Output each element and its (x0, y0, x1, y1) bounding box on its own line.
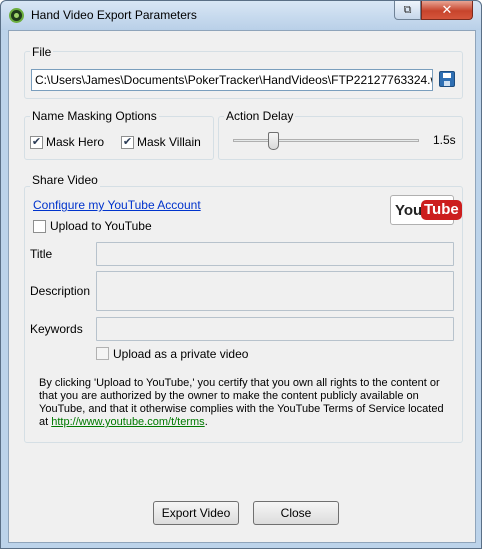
app-logo-icon (9, 8, 24, 23)
description-label: Description (30, 284, 91, 298)
title-input[interactable] (96, 242, 454, 266)
youtube-logo: You Tube (390, 195, 462, 225)
delay-slider-track[interactable] (233, 139, 419, 142)
keywords-label: Keywords (30, 322, 83, 336)
file-path-input[interactable]: C:\Users\James\Documents\PokerTracker\Ha… (31, 69, 433, 91)
export-video-button[interactable]: Export Video (153, 501, 239, 525)
mask-hero-label: Mask Hero (46, 135, 105, 149)
youtube-logo-tube: Tube (421, 200, 462, 220)
title-label: Title (30, 247, 53, 261)
terms-link[interactable]: http://www.youtube.com/t/terms (51, 416, 204, 428)
delay-slider-thumb[interactable] (268, 132, 279, 150)
delay-group-label: Action Delay (224, 109, 296, 123)
share-group-label: Share Video (30, 173, 100, 187)
description-input[interactable] (96, 271, 454, 311)
keywords-input[interactable] (96, 317, 454, 341)
delay-value: 1.5s (433, 133, 456, 147)
mask-hero-checkbox[interactable]: ✔ (30, 136, 43, 149)
dialog-body: File C:\Users\James\Documents\PokerTrack… (8, 30, 476, 543)
private-video-checkbox[interactable] (96, 347, 109, 360)
close-button[interactable]: Close (253, 501, 339, 525)
upload-youtube-label: Upload to YouTube (50, 219, 152, 233)
masking-group-label: Name Masking Options (30, 109, 159, 123)
title-bar[interactable]: Hand Video Export Parameters ⧉ ✕ (1, 1, 481, 30)
window-title: Hand Video Export Parameters (31, 8, 197, 22)
private-video-label: Upload as a private video (113, 347, 249, 361)
restore-button[interactable]: ⧉ (394, 1, 421, 20)
save-icon[interactable] (439, 71, 455, 87)
configure-youtube-link[interactable]: Configure my YouTube Account (33, 198, 201, 212)
close-window-button[interactable]: ✕ (421, 1, 473, 20)
youtube-logo-you: You (395, 202, 423, 219)
terms-notice: By clicking 'Upload to YouTube,' you cer… (39, 377, 449, 429)
terms-end: . (204, 416, 208, 428)
dialog-window: Hand Video Export Parameters ⧉ ✕ File C:… (0, 0, 482, 549)
mask-villain-label: Mask Villain (137, 135, 201, 149)
file-group-label: File (30, 45, 54, 59)
upload-youtube-checkbox[interactable] (33, 220, 46, 233)
mask-villain-checkbox[interactable]: ✔ (121, 136, 134, 149)
